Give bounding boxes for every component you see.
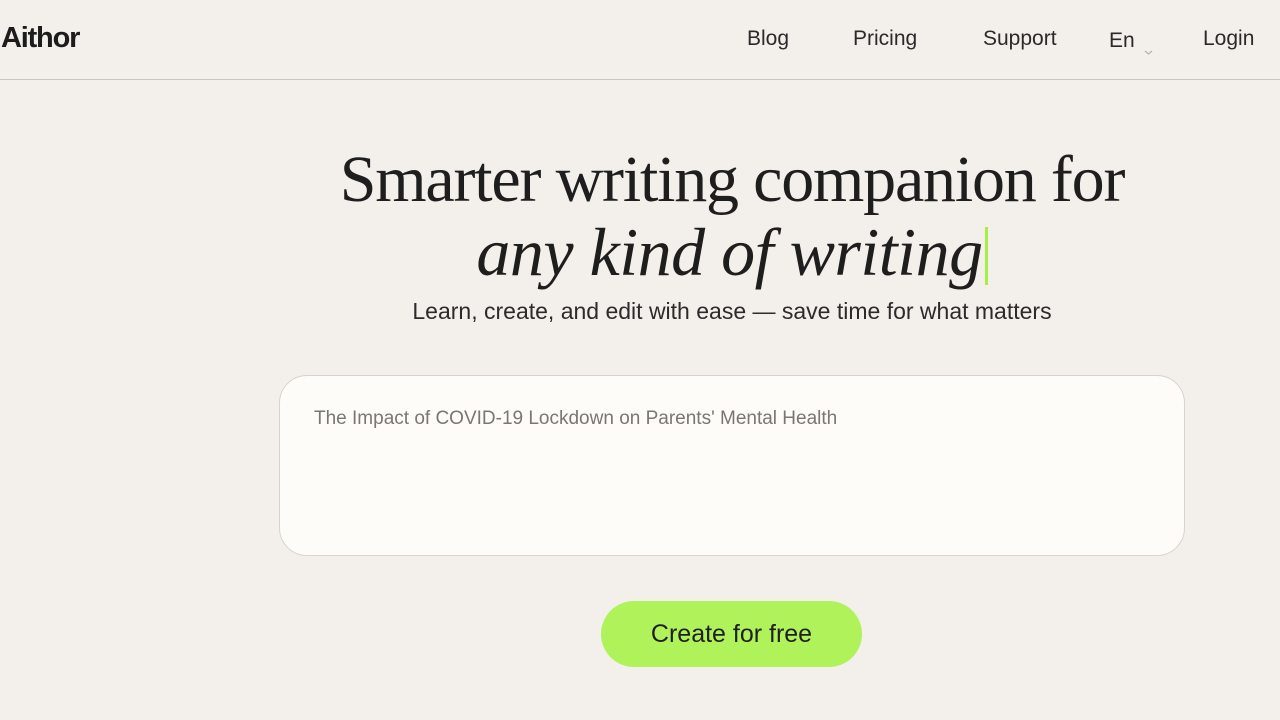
aithor-logo[interactable]: Aithor xyxy=(1,22,80,55)
chevron-down-icon xyxy=(1144,38,1153,55)
topic-input[interactable] xyxy=(314,408,1144,528)
language-selector[interactable]: En xyxy=(1109,29,1153,55)
topic-input-container xyxy=(279,375,1185,556)
login-link[interactable]: Login xyxy=(1203,27,1254,51)
top-nav-bar: Aithor Blog Pricing Support En Login xyxy=(0,0,1280,80)
hero-title-italic: any kind of writing xyxy=(476,214,983,290)
language-label: En xyxy=(1109,29,1135,52)
hero-title-line1: Smarter writing companion for xyxy=(339,143,1126,216)
nav-link-support[interactable]: Support xyxy=(983,27,1057,51)
nav-link-pricing[interactable]: Pricing xyxy=(853,27,917,51)
hero-title-line2: any kind of writing xyxy=(0,213,1280,292)
typing-cursor xyxy=(984,227,988,285)
hero-subtitle: Learn, create, and edit with ease — save… xyxy=(412,298,1052,324)
nav-link-blog[interactable]: Blog xyxy=(747,27,789,51)
create-for-free-button[interactable]: Create for free xyxy=(601,601,862,667)
